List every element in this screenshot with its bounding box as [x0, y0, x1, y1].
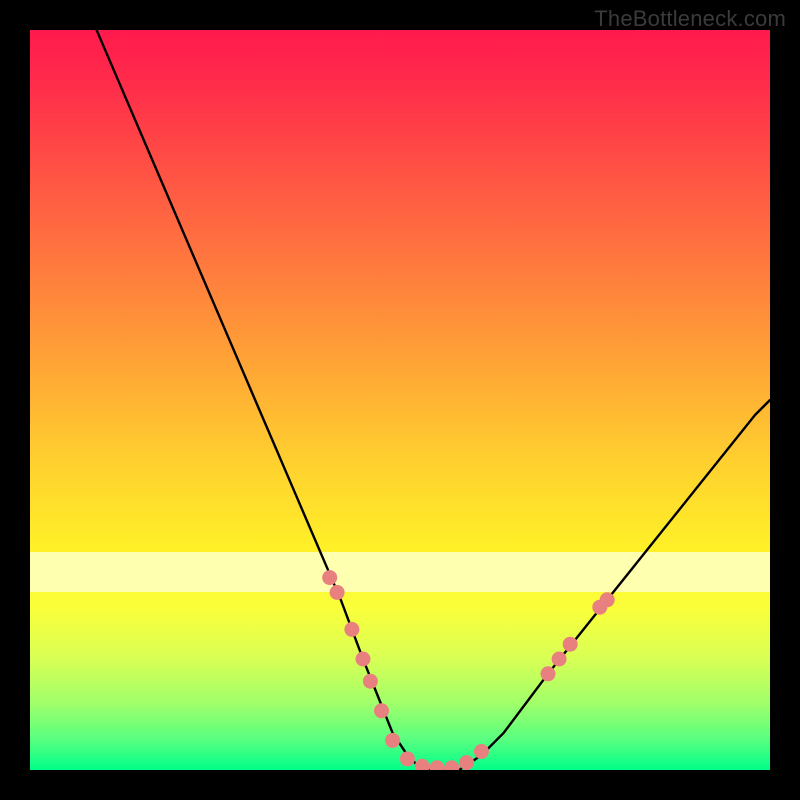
highlight-dot	[541, 666, 556, 681]
highlight-dot	[552, 652, 567, 667]
highlight-dot	[430, 760, 445, 770]
highlight-dot	[385, 733, 400, 748]
chart-plot-area	[30, 30, 770, 770]
highlight-dot	[415, 759, 430, 770]
highlight-dot	[444, 760, 459, 770]
highlight-dot	[322, 570, 337, 585]
highlight-dot	[400, 751, 415, 766]
chart-svg	[30, 30, 770, 770]
highlight-dot	[330, 585, 345, 600]
highlight-dot	[356, 652, 371, 667]
highlight-dots	[322, 570, 615, 770]
watermark-text: TheBottleneck.com	[594, 6, 786, 32]
bottleneck-curve	[97, 30, 770, 770]
highlight-dot	[474, 744, 489, 759]
highlight-dot	[344, 622, 359, 637]
highlight-dot	[563, 637, 578, 652]
highlight-dot	[363, 674, 378, 689]
highlight-dot	[600, 592, 615, 607]
highlight-dot	[374, 703, 389, 718]
highlight-dot	[459, 755, 474, 770]
